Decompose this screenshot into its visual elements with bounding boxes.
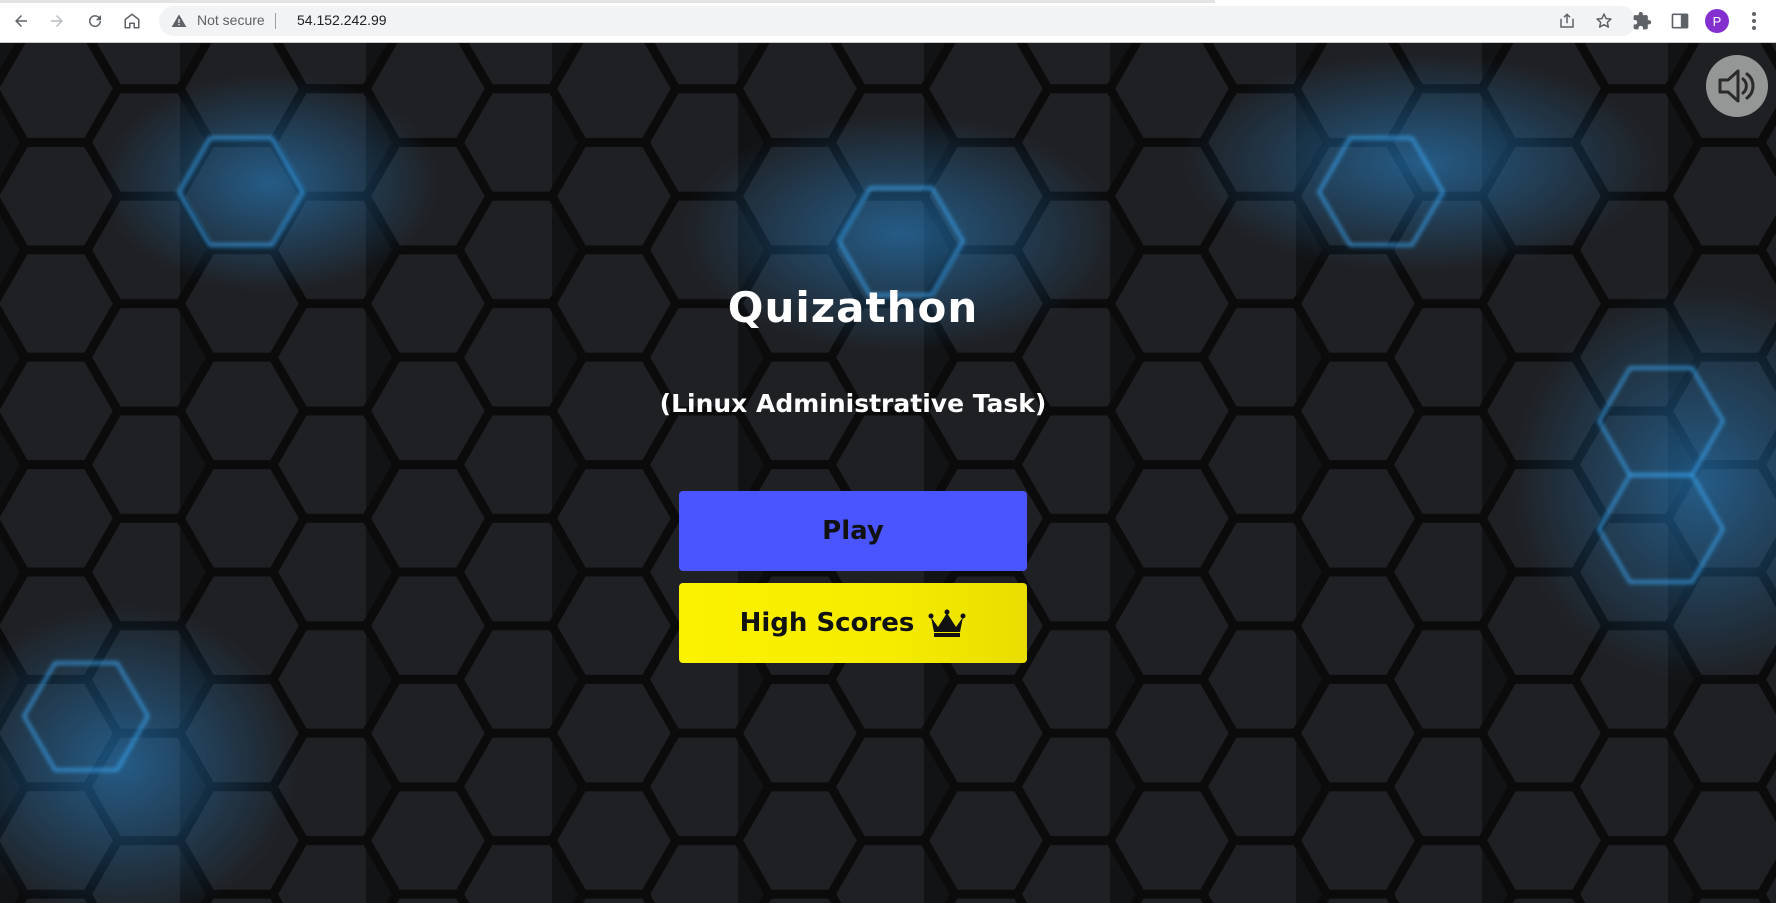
page-subtitle: (Linux Administrative Task) [659,389,1047,418]
home-icon [124,13,140,29]
security-status[interactable]: Not secure [197,12,265,28]
quiz-landing-page: Quizathon (Linux Administrative Task) Pl… [0,43,1776,903]
back-button[interactable] [9,9,33,33]
divider [275,13,276,29]
browser-toolbar: Not secure 54.152.242.99 P [0,0,1776,43]
back-icon [15,15,27,27]
url-text[interactable]: 54.152.242.99 [297,12,387,28]
warning-icon[interactable] [171,13,187,29]
extensions-icon[interactable] [1632,11,1652,31]
reload-icon [89,15,102,28]
page-title: Quizathon [727,283,979,332]
forward-button[interactable] [45,9,69,33]
crown-icon [928,609,966,637]
home-button[interactable] [120,9,144,33]
profile-avatar[interactable]: P [1705,9,1729,33]
speaker-icon [1718,69,1755,103]
menu-icon[interactable] [1744,10,1764,32]
play-button[interactable]: Play [679,491,1027,571]
sound-toggle-button[interactable] [1706,55,1768,117]
forward-icon [51,15,63,27]
share-icon[interactable] [1558,12,1576,30]
hexagon-background [0,43,1776,903]
side-panel-icon[interactable] [1670,11,1690,31]
tab-strip-edge [0,0,1215,3]
address-bar[interactable]: Not secure 54.152.242.99 [159,6,1636,36]
star-icon[interactable] [1595,12,1613,30]
high-scores-button[interactable]: High Scores [679,583,1027,663]
reload-button[interactable] [83,9,107,33]
high-scores-button-label: High Scores [739,608,915,638]
play-button-label: Play [822,516,884,546]
